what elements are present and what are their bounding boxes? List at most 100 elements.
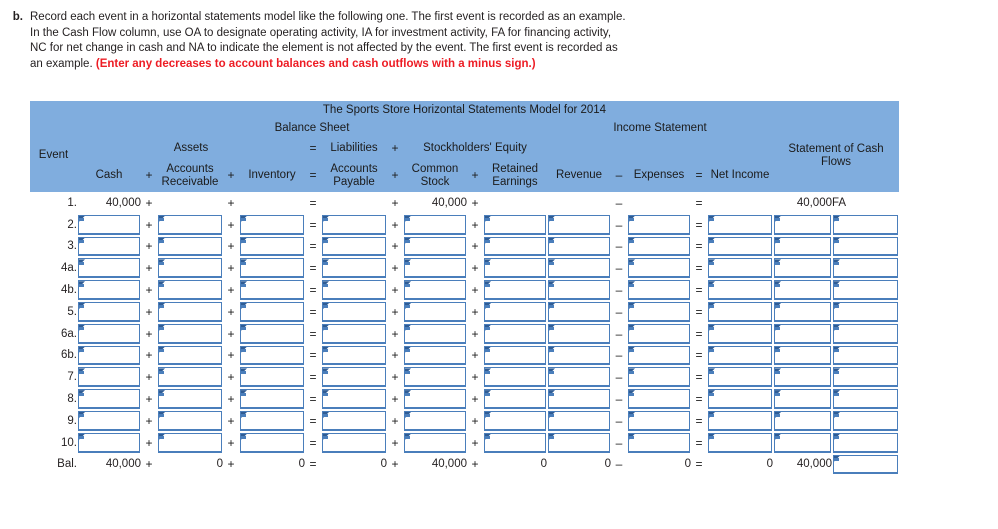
input-cell-cash[interactable] xyxy=(77,432,141,454)
input-cell-inventory[interactable] xyxy=(239,432,305,454)
input-cell-expenses[interactable] xyxy=(627,366,691,388)
text-input[interactable] xyxy=(78,367,140,388)
text-input[interactable] xyxy=(240,345,304,366)
text-input[interactable] xyxy=(548,301,610,322)
text-input[interactable] xyxy=(484,389,546,409)
text-input[interactable] xyxy=(833,345,898,366)
text-input[interactable] xyxy=(322,280,386,300)
text-input[interactable] xyxy=(484,301,546,322)
text-input[interactable] xyxy=(628,323,690,344)
text-input[interactable] xyxy=(548,258,610,279)
text-input[interactable] xyxy=(484,367,546,388)
text-input[interactable] xyxy=(158,236,222,257)
text-input[interactable] xyxy=(774,323,831,344)
input-cell-accounts-receivable[interactable] xyxy=(157,432,223,454)
text-input[interactable] xyxy=(833,367,898,388)
input-cell-cash-flow-code[interactable] xyxy=(832,257,899,279)
input-cell-revenue[interactable] xyxy=(547,366,611,388)
input-cell-common-stock[interactable] xyxy=(403,366,467,388)
input-cell-cash-flow-amount[interactable] xyxy=(773,410,832,432)
input-cell-net-income[interactable] xyxy=(707,214,773,236)
input-cell-common-stock[interactable] xyxy=(403,214,467,236)
text-input[interactable] xyxy=(628,280,690,300)
text-input[interactable] xyxy=(240,301,304,322)
text-input[interactable] xyxy=(158,301,222,322)
input-cell-inventory[interactable] xyxy=(239,214,305,236)
input-cell-cash[interactable] xyxy=(77,410,141,432)
input-cell-accounts-receivable[interactable] xyxy=(157,366,223,388)
input-cell-expenses[interactable] xyxy=(627,236,691,258)
input-cell-revenue[interactable] xyxy=(547,388,611,410)
input-cell-inventory[interactable] xyxy=(239,279,305,301)
input-cell-net-income[interactable] xyxy=(707,323,773,345)
text-input[interactable] xyxy=(708,258,772,279)
text-input[interactable] xyxy=(322,410,386,431)
input-cell-retained-earnings[interactable] xyxy=(483,257,547,279)
text-input[interactable] xyxy=(240,432,304,453)
text-input[interactable] xyxy=(240,367,304,388)
input-cell-cash-flow-code[interactable] xyxy=(832,432,899,454)
input-cell-retained-earnings[interactable] xyxy=(483,279,547,301)
text-input[interactable] xyxy=(240,214,304,235)
text-input[interactable] xyxy=(774,389,831,409)
text-input[interactable] xyxy=(322,345,386,366)
text-input[interactable] xyxy=(404,323,466,344)
input-cell-common-stock[interactable] xyxy=(403,410,467,432)
input-cell-cash-flow-amount[interactable] xyxy=(773,366,832,388)
text-input[interactable] xyxy=(404,214,466,235)
text-input[interactable] xyxy=(484,280,546,300)
text-input[interactable] xyxy=(158,367,222,388)
text-input[interactable] xyxy=(774,410,831,431)
text-input[interactable] xyxy=(708,410,772,431)
text-input[interactable] xyxy=(548,367,610,388)
text-input[interactable] xyxy=(78,280,140,300)
input-cell-retained-earnings[interactable] xyxy=(483,410,547,432)
input-cell-inventory[interactable] xyxy=(239,366,305,388)
text-input[interactable] xyxy=(833,214,898,235)
input-cell-inventory[interactable] xyxy=(239,257,305,279)
text-input[interactable] xyxy=(548,214,610,235)
text-input[interactable] xyxy=(708,301,772,322)
input-cell-revenue[interactable] xyxy=(547,410,611,432)
input-cell-cash-flow-code[interactable] xyxy=(832,410,899,432)
input-cell-accounts-receivable[interactable] xyxy=(157,388,223,410)
input-cell-expenses[interactable] xyxy=(627,410,691,432)
input-cell-accounts-payable[interactable] xyxy=(321,279,387,301)
text-input[interactable] xyxy=(78,345,140,366)
text-input[interactable] xyxy=(628,301,690,322)
input-cell-cash-flow-code[interactable] xyxy=(832,366,899,388)
text-input[interactable] xyxy=(404,389,466,409)
input-cell-common-stock[interactable] xyxy=(403,432,467,454)
input-cell-cash[interactable] xyxy=(77,345,141,367)
text-input[interactable] xyxy=(708,323,772,344)
text-input[interactable] xyxy=(158,389,222,409)
text-input[interactable] xyxy=(708,389,772,409)
input-cell-cash-flow-amount[interactable] xyxy=(773,214,832,236)
text-input[interactable] xyxy=(404,258,466,279)
text-input[interactable] xyxy=(78,410,140,431)
text-input[interactable] xyxy=(404,280,466,300)
input-cell-common-stock[interactable] xyxy=(403,388,467,410)
input-cell-inventory[interactable] xyxy=(239,301,305,323)
text-input[interactable] xyxy=(404,236,466,257)
input-cell-inventory[interactable] xyxy=(239,410,305,432)
text-input[interactable] xyxy=(78,214,140,235)
input-cell-cash-flow-amount[interactable] xyxy=(773,432,832,454)
text-input[interactable] xyxy=(78,432,140,453)
text-input[interactable] xyxy=(833,280,898,300)
input-cell-revenue[interactable] xyxy=(547,214,611,236)
text-input[interactable] xyxy=(833,258,898,279)
text-input[interactable] xyxy=(548,410,610,431)
input-cell-accounts-payable[interactable] xyxy=(321,432,387,454)
input-cell-inventory[interactable] xyxy=(239,345,305,367)
text-input[interactable] xyxy=(240,389,304,409)
input-cell-accounts-payable[interactable] xyxy=(321,410,387,432)
text-input[interactable] xyxy=(774,258,831,279)
input-cell-retained-earnings[interactable] xyxy=(483,214,547,236)
input-cell-accounts-payable[interactable] xyxy=(321,257,387,279)
input-cell-common-stock[interactable] xyxy=(403,323,467,345)
text-input[interactable] xyxy=(322,432,386,453)
input-cell-revenue[interactable] xyxy=(547,345,611,367)
input-cell-revenue[interactable] xyxy=(547,323,611,345)
text-input[interactable] xyxy=(78,301,140,322)
